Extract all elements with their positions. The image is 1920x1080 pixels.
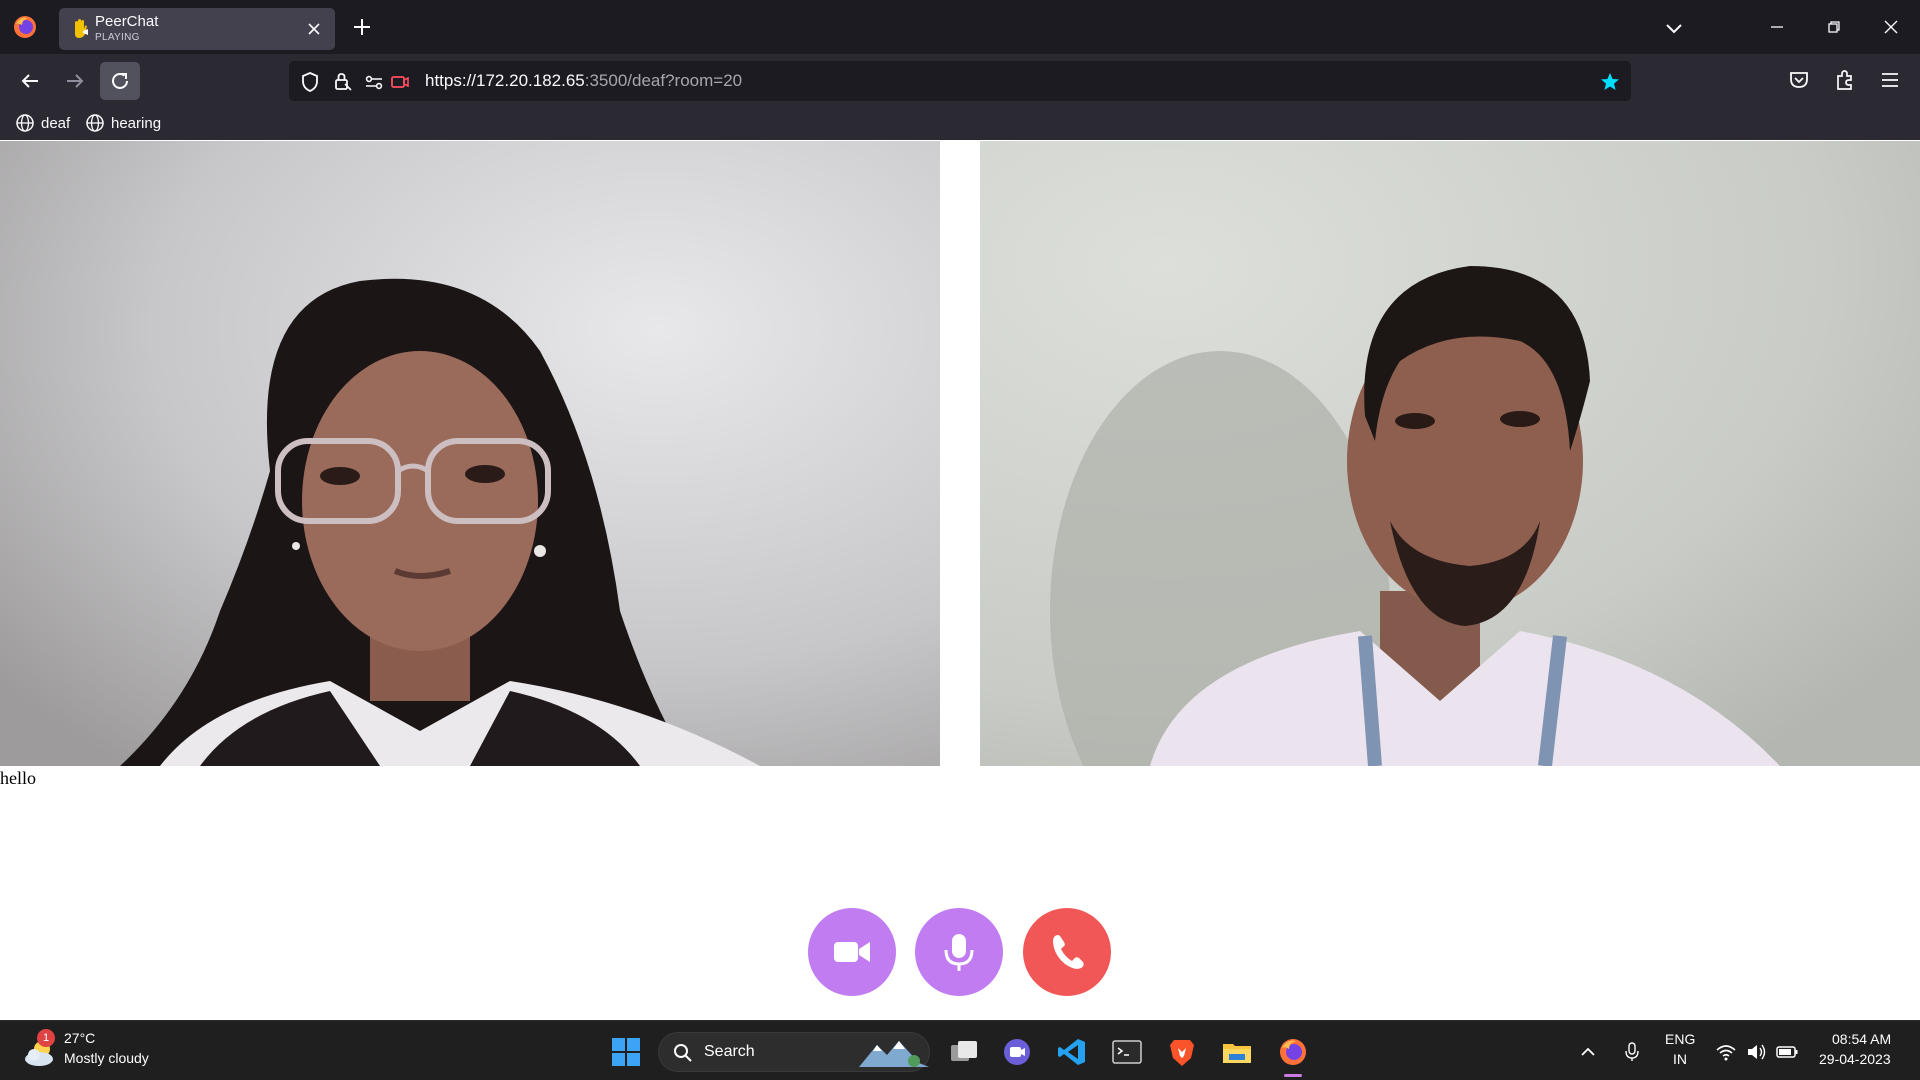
taskbar-search-box[interactable]: Search bbox=[658, 1032, 930, 1072]
bookmark-star-icon[interactable] bbox=[1599, 71, 1621, 93]
list-all-tabs-chevron-icon[interactable] bbox=[1662, 16, 1686, 40]
search-icon bbox=[674, 1044, 692, 1062]
hang-up-button[interactable] bbox=[1023, 908, 1111, 996]
teams-chat-icon[interactable] bbox=[1001, 1036, 1033, 1068]
tab-playing-status: PLAYING bbox=[95, 32, 140, 43]
globe-icon bbox=[86, 114, 104, 132]
back-button[interactable] bbox=[10, 62, 50, 100]
vscode-icon[interactable] bbox=[1056, 1036, 1088, 1068]
browser-titlebar: PeerChat PLAYING bbox=[0, 0, 1920, 54]
camera-sharing-indicator-icon[interactable] bbox=[389, 71, 411, 93]
active-app-indicator bbox=[1284, 1074, 1302, 1077]
url-path: :3500/deaf?room=20 bbox=[584, 71, 743, 90]
microphone-tray-icon[interactable] bbox=[1620, 1040, 1644, 1064]
tab-title: PeerChat bbox=[95, 13, 159, 30]
permissions-icon[interactable] bbox=[363, 71, 385, 93]
microphone-icon bbox=[944, 934, 974, 971]
phone-icon bbox=[1053, 935, 1084, 969]
task-view-icon[interactable] bbox=[948, 1036, 980, 1068]
site-security-lock-icon[interactable] bbox=[331, 71, 353, 93]
local-video-feed bbox=[0, 141, 940, 766]
video-camera-icon bbox=[834, 942, 870, 962]
new-tab-plus-icon[interactable] bbox=[350, 15, 374, 39]
file-explorer-icon[interactable] bbox=[1221, 1036, 1253, 1068]
wifi-icon[interactable] bbox=[1715, 1041, 1737, 1063]
reload-button[interactable] bbox=[100, 62, 140, 100]
restore-window-icon[interactable] bbox=[1820, 13, 1848, 41]
remote-video-feed bbox=[980, 141, 1920, 766]
forward-button[interactable] bbox=[55, 62, 95, 100]
toggle-camera-button[interactable] bbox=[808, 908, 896, 996]
bookmark-label: deaf bbox=[41, 114, 71, 132]
url-text[interactable]: https://172.20.182.65:3500/deaf?room=20 bbox=[425, 71, 742, 91]
windows-taskbar: 1 27°C Mostly cloudy Search ENG IN 08:54… bbox=[0, 1020, 1920, 1080]
weather-alert-badge: 1 bbox=[37, 1029, 55, 1047]
toggle-microphone-button[interactable] bbox=[915, 908, 1003, 996]
region-code: IN bbox=[1673, 1051, 1687, 1067]
windows-start-icon[interactable] bbox=[610, 1036, 642, 1068]
bookmark-deaf[interactable]: deaf bbox=[15, 112, 70, 134]
address-bar[interactable]: https://172.20.182.65:3500/deaf?room=20 bbox=[289, 61, 1631, 101]
battery-icon[interactable] bbox=[1775, 1041, 1799, 1063]
close-window-icon[interactable] bbox=[1877, 13, 1905, 41]
transcript-caption: hello bbox=[0, 768, 36, 788]
bookmarks-toolbar: deaf hearing bbox=[0, 106, 1920, 140]
clock-time: 08:54 AM bbox=[1832, 1031, 1892, 1047]
minimize-window-icon[interactable] bbox=[1763, 13, 1791, 41]
clock-date: 29-04-2023 bbox=[1819, 1051, 1891, 1067]
firefox-taskbar-icon[interactable] bbox=[1277, 1036, 1309, 1068]
tracking-protection-shield-icon[interactable] bbox=[299, 71, 321, 93]
back-arrow-icon bbox=[21, 74, 38, 88]
bookmark-label: hearing bbox=[111, 114, 162, 132]
remote-video-frame bbox=[980, 141, 1920, 766]
raised-hand-favicon-icon bbox=[75, 19, 88, 38]
page-content: hello bbox=[0, 140, 1920, 1020]
reload-icon bbox=[112, 72, 128, 89]
globe-icon bbox=[16, 114, 34, 132]
terminal-icon[interactable] bbox=[1111, 1036, 1143, 1068]
tab-close-icon[interactable] bbox=[305, 20, 323, 38]
show-hidden-icons-chevron-icon[interactable] bbox=[1576, 1040, 1600, 1064]
brave-browser-icon[interactable] bbox=[1166, 1036, 1198, 1068]
volume-icon[interactable] bbox=[1745, 1041, 1767, 1063]
browser-navbar: https://172.20.182.65:3500/deaf?room=20 bbox=[0, 54, 1920, 106]
weather-description: Mostly cloudy bbox=[64, 1050, 149, 1066]
extensions-puzzle-icon[interactable] bbox=[1833, 68, 1857, 92]
local-video-frame bbox=[0, 141, 940, 766]
weather-temperature: 27°C bbox=[64, 1030, 96, 1046]
pocket-icon[interactable] bbox=[1787, 68, 1811, 92]
firefox-menu-icon[interactable] bbox=[12, 14, 38, 40]
url-host: https://172.20.182.65 bbox=[425, 71, 585, 90]
language-code: ENG bbox=[1665, 1031, 1696, 1047]
search-label: Search bbox=[704, 1043, 755, 1060]
forward-arrow-icon bbox=[67, 74, 84, 88]
bookmark-hearing[interactable]: hearing bbox=[85, 112, 161, 134]
browser-tab-peerchat[interactable]: PeerChat PLAYING bbox=[59, 8, 335, 50]
search-highlight-mountains-icon bbox=[859, 1041, 929, 1067]
hamburger-menu-icon[interactable] bbox=[1878, 68, 1902, 92]
